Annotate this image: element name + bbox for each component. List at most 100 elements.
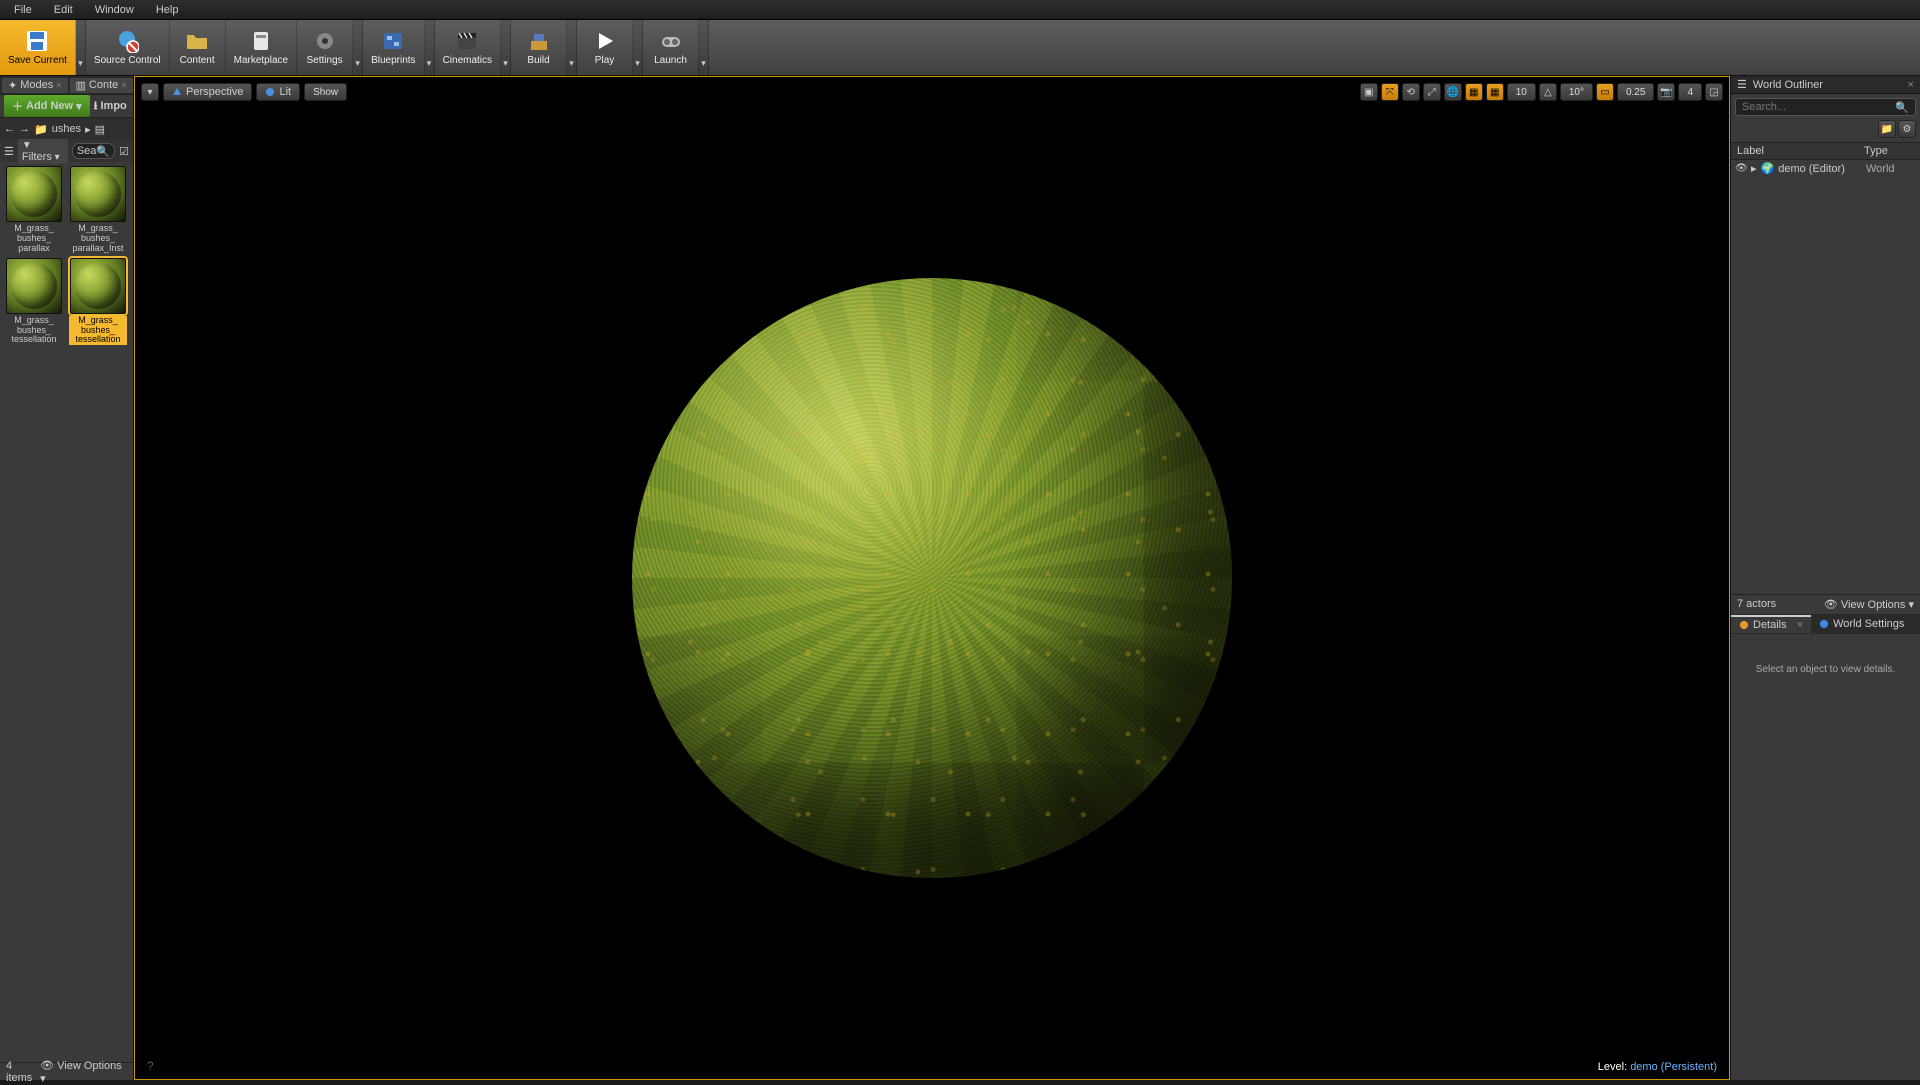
outliner-view-options-button[interactable]: 👁 View Options ▾ — [1824, 598, 1914, 611]
marketplace-icon — [249, 29, 273, 53]
viewport[interactable]: ▾ Perspective Lit Show ▣ ⤧ ⟲ ⤢ 🌐 ▦ ▦ 10 … — [134, 76, 1730, 1080]
rotate-mode-button[interactable]: ⟲ — [1402, 83, 1420, 101]
play-icon — [593, 29, 617, 53]
folder-path-icon: 📁 — [34, 123, 48, 136]
save-dropdown[interactable] — [76, 20, 86, 75]
visibility-icon[interactable]: 👁 — [1735, 163, 1747, 174]
world-settings-tab[interactable]: World Settings — [1811, 616, 1912, 632]
build-button[interactable]: Build — [511, 20, 567, 75]
content-tab[interactable]: ▥Conte× — [70, 78, 133, 93]
grid-snap-value[interactable]: 10 — [1507, 83, 1536, 101]
marketplace-button[interactable]: Marketplace — [226, 20, 297, 75]
help-icon[interactable]: ? — [147, 1059, 154, 1073]
outliner-settings-icon[interactable]: ⚙ — [1898, 120, 1916, 138]
angle-snap-value[interactable]: 10° — [1560, 83, 1593, 101]
outliner-new-folder-icon[interactable]: 📁 — [1878, 120, 1896, 138]
view-options-button[interactable]: 👁 View Options ▾ — [40, 1059, 127, 1085]
blueprints-dropdown[interactable] — [425, 20, 435, 75]
content-button[interactable]: Content — [170, 20, 226, 75]
perspective-button[interactable]: Perspective — [163, 83, 252, 101]
show-button[interactable]: Show — [304, 83, 347, 101]
material-preview-sphere — [632, 278, 1232, 878]
modes-tab[interactable]: ✦Modes× — [2, 78, 68, 93]
add-new-button[interactable]: ＋Add New▾ — [4, 95, 90, 117]
play-button[interactable]: Play — [577, 20, 633, 75]
maximize-viewport-button[interactable]: ◲ — [1705, 83, 1723, 101]
sources-toggle-icon[interactable]: ☰ — [4, 145, 14, 158]
path-more-icon[interactable]: ▤ — [95, 123, 105, 136]
settings-button[interactable]: Settings — [297, 20, 353, 75]
launch-button[interactable]: Launch — [643, 20, 699, 75]
folder-icon — [185, 29, 209, 53]
path-segment[interactable]: ushes — [52, 123, 81, 135]
build-dropdown[interactable] — [567, 20, 577, 75]
asset-item[interactable]: M_grass_ bushes_ tessellation — [4, 258, 64, 346]
details-empty-label: Select an object to view details. — [1731, 634, 1920, 1081]
back-button[interactable]: ← — [4, 123, 15, 135]
outliner-search-input[interactable]: Search... 🔍 — [1735, 98, 1916, 116]
angle-snap-toggle[interactable]: △ — [1539, 83, 1557, 101]
asset-search-input[interactable]: Sea🔍 — [72, 143, 115, 159]
chevron-right-icon[interactable]: ▸ — [1751, 162, 1757, 175]
scale-snap-value[interactable]: 0.25 — [1617, 83, 1654, 101]
blueprints-button[interactable]: Blueprints — [363, 20, 424, 75]
level-indicator: Level: demo (Persistent) — [1598, 1061, 1717, 1073]
outliner-header[interactable]: Label Type — [1731, 142, 1920, 160]
play-dropdown[interactable] — [633, 20, 643, 75]
import-button[interactable]: ⭳ Impo — [94, 97, 127, 116]
material-thumb-icon — [70, 258, 126, 314]
save-filter-icon[interactable]: ☑ — [119, 145, 129, 158]
surface-snap-button[interactable]: ▦ — [1465, 83, 1483, 101]
asset-item[interactable]: M_grass_ bushes_ parallax — [4, 166, 64, 254]
camera-speed-value[interactable]: 4 — [1678, 83, 1702, 101]
chevron-right-icon: ▸ — [85, 123, 91, 136]
cinematics-dropdown[interactable] — [501, 20, 511, 75]
menu-bar: File Edit Window Help — [0, 0, 1920, 20]
viewport-menu-button[interactable]: ▾ — [141, 83, 159, 101]
scale-snap-toggle[interactable]: ▭ — [1596, 83, 1614, 101]
material-thumb-icon — [70, 166, 126, 222]
lit-button[interactable]: Lit — [256, 83, 300, 101]
level-link[interactable]: demo (Persistent) — [1630, 1061, 1717, 1073]
close-icon[interactable]: × — [1797, 619, 1803, 631]
translate-mode-button[interactable]: ⤧ — [1381, 83, 1399, 101]
world-icon: 🌍 — [1761, 162, 1775, 175]
menu-help[interactable]: Help — [146, 2, 189, 18]
source-control-button[interactable]: Source Control — [86, 20, 170, 75]
forward-button[interactable]: → — [19, 123, 30, 135]
world-outliner-tab[interactable]: ☰ World Outliner × — [1731, 76, 1920, 94]
viewport-render — [135, 77, 1729, 1079]
details-tab[interactable]: Details× — [1731, 615, 1811, 633]
scale-mode-button[interactable]: ⤢ — [1423, 83, 1441, 101]
close-icon[interactable]: × — [1908, 79, 1914, 91]
camera-speed-icon[interactable]: 📷 — [1657, 83, 1675, 101]
outliner-row[interactable]: 👁 ▸ 🌍 demo (Editor) World — [1731, 160, 1920, 177]
grid-snap-toggle[interactable]: ▦ — [1486, 83, 1504, 101]
floppy-icon — [25, 29, 49, 53]
launch-dropdown[interactable] — [699, 20, 709, 75]
main-toolbar: Save Current Source Control Content Mark… — [0, 20, 1920, 76]
list-icon: ☰ — [1737, 78, 1747, 91]
launch-icon — [659, 29, 683, 53]
material-thumb-icon — [6, 258, 62, 314]
coord-space-button[interactable]: 🌐 — [1444, 83, 1462, 101]
gear-icon — [313, 29, 337, 53]
settings-dropdown[interactable] — [353, 20, 363, 75]
material-thumb-icon — [6, 166, 62, 222]
content-browser-panel: ✦Modes× ▥Conte× ＋Add New▾ ⭳ Impo ← → 📁 u… — [0, 76, 134, 1080]
cinematics-button[interactable]: Cinematics — [435, 20, 501, 75]
menu-window[interactable]: Window — [85, 2, 144, 18]
menu-file[interactable]: File — [4, 2, 42, 18]
asset-grid: M_grass_ bushes_ parallax M_grass_ bushe… — [0, 162, 133, 1062]
asset-item[interactable]: M_grass_ bushes_ parallax_Inst — [68, 166, 128, 254]
folder-icon: ▥ — [76, 79, 86, 92]
filters-button[interactable]: ▼ Filters ▾ — [18, 139, 68, 164]
search-icon: 🔍 — [96, 145, 110, 158]
select-mode-button[interactable]: ▣ — [1360, 83, 1378, 101]
clapboard-icon — [455, 29, 479, 53]
build-icon — [527, 29, 551, 53]
actor-count-label: 7 actors — [1737, 598, 1776, 610]
menu-edit[interactable]: Edit — [44, 2, 83, 18]
save-current-button[interactable]: Save Current — [0, 20, 76, 75]
asset-item[interactable]: M_grass_ bushes_ tessellation — [68, 258, 128, 346]
